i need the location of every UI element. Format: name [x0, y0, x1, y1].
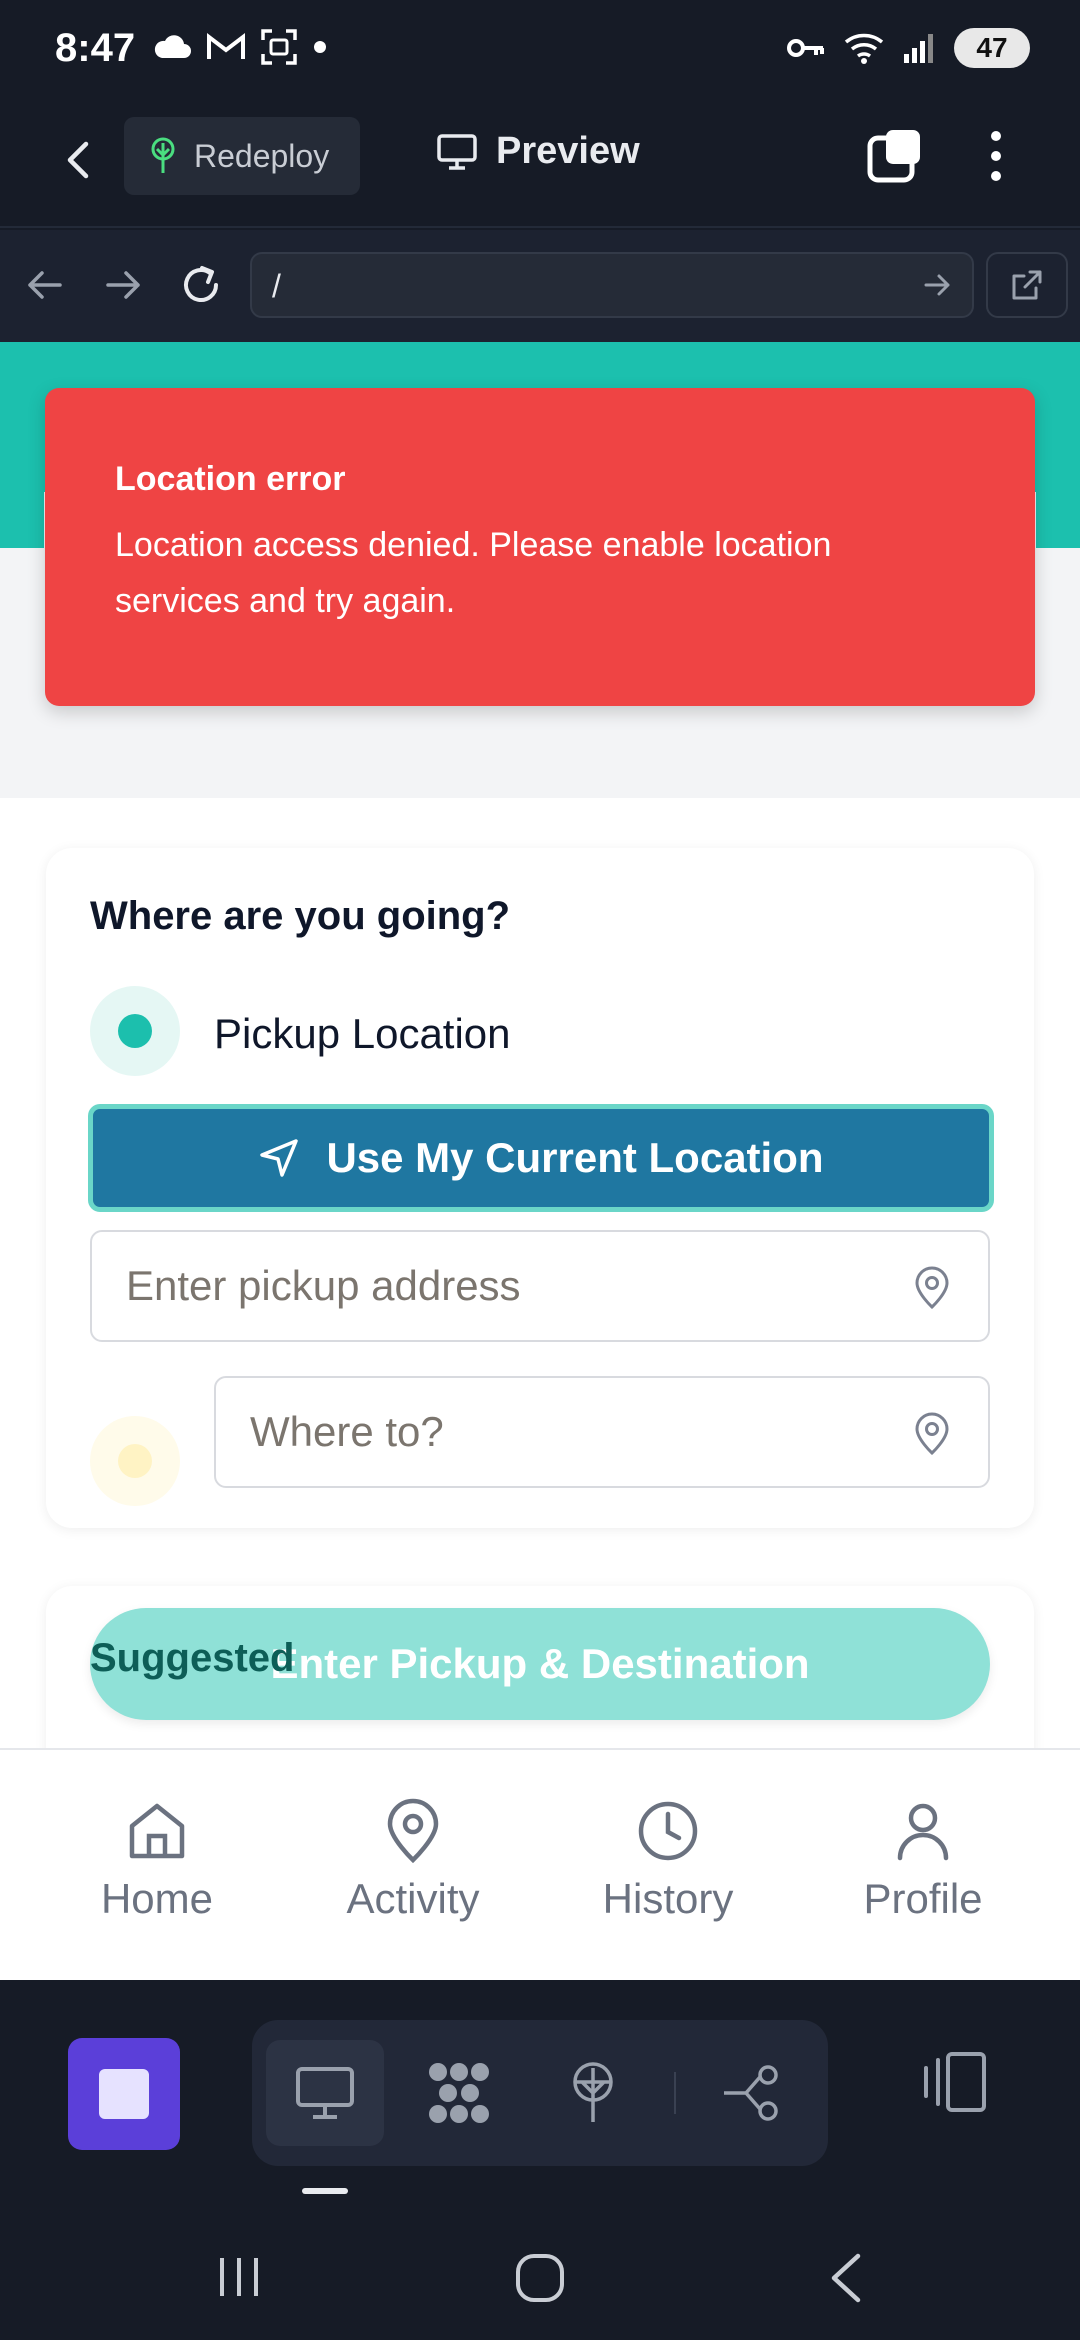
reload-icon[interactable] [176, 260, 226, 310]
dock-git-button[interactable] [694, 2040, 812, 2146]
gmail-icon [207, 32, 245, 59]
home-icon [129, 1803, 185, 1859]
status-time: 8:47 [55, 26, 136, 70]
preview-label: Preview [496, 130, 640, 172]
dots-grid-icon [429, 2063, 489, 2123]
map-pin-icon [915, 1266, 949, 1310]
deploy-tree-icon [573, 2062, 613, 2122]
dev-dock [0, 1980, 1080, 2220]
nav-activity-label: Activity [346, 1875, 480, 1922]
browser-back-icon[interactable] [20, 260, 70, 310]
nav-history[interactable]: History [558, 1798, 778, 1923]
wifi-icon [844, 33, 884, 64]
destination-field[interactable] [214, 1376, 990, 1488]
redeploy-button[interactable]: Redeploy [124, 117, 360, 195]
nav-activity[interactable]: Activity [303, 1798, 523, 1923]
destination-marker [90, 1416, 180, 1506]
nav-home[interactable]: Home [47, 1798, 267, 1923]
system-back-icon[interactable] [826, 2252, 866, 2304]
dock-active-indicator [302, 2188, 348, 2194]
app-toolbar: Redeploy Preview [0, 100, 1080, 228]
pickup-address-field[interactable] [90, 1230, 990, 1342]
toast-message: Location access denied. Please enable lo… [115, 526, 832, 620]
deploy-tree-icon [151, 137, 175, 173]
user-icon [897, 1803, 949, 1861]
go-arrow-icon[interactable] [922, 270, 952, 300]
browser-bar: / [0, 230, 1080, 342]
pickup-label: Pickup Location [214, 1010, 511, 1057]
bottom-nav: Home Activity History Profile [0, 1748, 1080, 1980]
nav-profile[interactable]: Profile [813, 1798, 1033, 1923]
dock-separator [674, 2072, 676, 2114]
screenshot-icon [261, 29, 297, 65]
home-button-icon[interactable] [514, 2252, 566, 2304]
map-pin-icon [387, 1798, 439, 1864]
dock-tool-group [252, 2020, 828, 2166]
status-bar: 8:47 47 [0, 0, 1080, 100]
preview-tab[interactable]: Preview [436, 130, 640, 173]
browser-forward-icon[interactable] [98, 260, 148, 310]
nav-history-label: History [602, 1875, 734, 1922]
url-input[interactable]: / [250, 252, 974, 318]
pickup-marker [90, 986, 180, 1076]
location-error-toast[interactable]: Location error Location access denied. P… [45, 388, 1035, 706]
destination-input[interactable] [250, 1378, 868, 1486]
map-pin-icon [915, 1412, 949, 1456]
monitor-icon [437, 133, 477, 170]
nav-profile-label: Profile [863, 1875, 983, 1922]
system-nav-bar [0, 2220, 1080, 2340]
redeploy-label: Redeploy [194, 137, 330, 174]
web-preview: Where are you going? Pickup Location Use… [0, 342, 1080, 1980]
key-icon [787, 39, 824, 57]
recents-icon[interactable] [214, 2252, 264, 2302]
monitor-icon [296, 2067, 354, 2119]
trip-card: Where are you going? Pickup Location Use… [46, 848, 1034, 1528]
clock-icon [638, 1801, 698, 1861]
more-vertical-icon[interactable] [980, 126, 1012, 186]
use-current-location-label: Use My Current Location [326, 1134, 824, 1181]
git-branch-icon [724, 2065, 778, 2121]
trip-card-title: Where are you going? [90, 894, 511, 938]
toast-title: Location error [115, 460, 346, 498]
url-text: / [272, 268, 281, 304]
device-frame-icon[interactable] [920, 2050, 990, 2114]
dock-deploy-button[interactable] [534, 2040, 652, 2146]
cloud-icon [154, 35, 191, 58]
stop-button[interactable] [68, 2038, 180, 2150]
navigation-arrow-icon [260, 1139, 299, 1177]
external-link-icon [1012, 270, 1042, 300]
stop-icon [99, 2069, 149, 2119]
use-current-location-button[interactable]: Use My Current Location [88, 1104, 994, 1212]
pickup-address-input[interactable] [126, 1232, 843, 1340]
back-arrow-icon[interactable] [56, 136, 104, 184]
suggested-heading: Suggested [90, 1636, 295, 1680]
dot-icon [314, 41, 326, 53]
dock-preview-button[interactable] [266, 2040, 384, 2146]
battery-level: 47 [976, 32, 1008, 63]
battery-icon: 47 [954, 28, 1030, 68]
tabs-switcher-icon[interactable] [866, 126, 926, 186]
signal-icon [904, 34, 933, 63]
open-external-button[interactable] [986, 252, 1068, 318]
submit-label: Enter Pickup & Destination [270, 1640, 810, 1687]
dock-workspace-button[interactable] [400, 2040, 518, 2146]
nav-home-label: Home [100, 1875, 214, 1922]
